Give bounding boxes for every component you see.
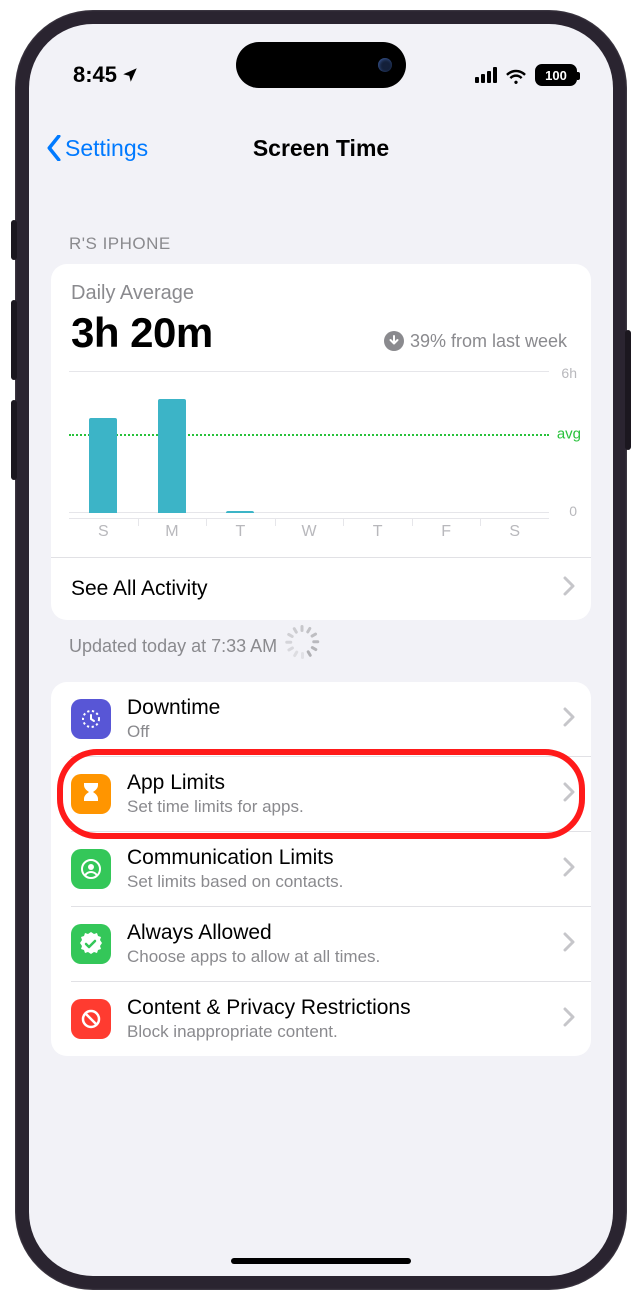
- x-tick: S: [69, 519, 138, 541]
- bar-s-0: [89, 418, 117, 513]
- dynamic-island: [236, 42, 406, 88]
- back-label: Settings: [65, 135, 148, 162]
- wifi-icon: [505, 66, 527, 84]
- always-allowed-title: Always Allowed: [127, 921, 380, 945]
- section-header: R'S IPHONE: [51, 234, 591, 264]
- home-indicator[interactable]: [231, 1258, 411, 1264]
- chevron-right-icon: [563, 932, 575, 957]
- x-tick: T: [343, 519, 412, 541]
- bar-m-1: [158, 399, 186, 513]
- battery-percent: 100: [545, 68, 567, 83]
- app-limits-title: App Limits: [127, 771, 304, 795]
- person-circle-icon: [71, 849, 111, 889]
- arrow-down-circle-icon: [384, 331, 404, 351]
- cellular-icon: [475, 67, 497, 83]
- usage-card: Daily Average 3h 20m 39% from last week …: [51, 264, 591, 620]
- chevron-right-icon: [563, 782, 575, 807]
- volume-down-button: [11, 400, 17, 480]
- content-privacy-sub: Block inappropriate content.: [127, 1022, 411, 1042]
- no-symbol-icon: [71, 999, 111, 1039]
- see-all-activity-row[interactable]: See All Activity: [51, 558, 591, 620]
- chevron-right-icon: [563, 857, 575, 882]
- communication-limits-row[interactable]: Communication Limits Set limits based on…: [51, 832, 591, 906]
- front-camera: [378, 58, 392, 72]
- battery-icon: 100: [535, 64, 577, 86]
- x-tick: F: [412, 519, 481, 541]
- updated-text: Updated today at 7:33 AM: [51, 620, 591, 682]
- location-icon: [121, 66, 139, 84]
- hourglass-icon: [71, 774, 111, 814]
- content-privacy-title: Content & Privacy Restrictions: [127, 996, 411, 1020]
- bar-t-2: [226, 511, 254, 513]
- options-card: Downtime Off App Limits Set time limits …: [51, 682, 591, 1056]
- spinner-icon: [289, 634, 313, 658]
- iphone-frame: 8:45 100 Settings Screen Time R'S IPHONE: [15, 10, 627, 1290]
- status-time: 8:45: [73, 62, 117, 88]
- navbar: Settings Screen Time: [29, 120, 613, 176]
- chevron-left-icon: [45, 135, 63, 161]
- usage-chart[interactable]: 6h 0 avg SMTWTFS: [69, 371, 573, 541]
- downtime-icon: [71, 699, 111, 739]
- volume-up-button: [11, 300, 17, 380]
- delta-text: 39% from last week: [233, 331, 571, 352]
- comm-limits-sub: Set limits based on contacts.: [127, 872, 343, 892]
- downtime-row[interactable]: Downtime Off: [51, 682, 591, 756]
- chevron-right-icon: [563, 1007, 575, 1032]
- daily-average-value: 3h 20m: [71, 309, 213, 357]
- app-limits-sub: Set time limits for apps.: [127, 797, 304, 817]
- x-tick: T: [206, 519, 275, 541]
- screen: 8:45 100 Settings Screen Time R'S IPHONE: [29, 24, 613, 1276]
- daily-average-label: Daily Average: [71, 282, 571, 305]
- content-privacy-row[interactable]: Content & Privacy Restrictions Block ina…: [51, 982, 591, 1056]
- y-tick-bot: 0: [569, 503, 577, 519]
- back-button[interactable]: Settings: [45, 135, 148, 162]
- x-tick: S: [480, 519, 549, 541]
- average-label: avg: [557, 426, 581, 443]
- silence-switch: [11, 220, 17, 260]
- see-all-label: See All Activity: [71, 577, 208, 601]
- x-tick: M: [138, 519, 207, 541]
- always-allowed-row[interactable]: Always Allowed Choose apps to allow at a…: [51, 907, 591, 981]
- y-tick-top: 6h: [561, 365, 577, 381]
- checkmark-seal-icon: [71, 924, 111, 964]
- chevron-right-icon: [563, 707, 575, 732]
- page-title: Screen Time: [253, 135, 389, 162]
- always-allowed-sub: Choose apps to allow at all times.: [127, 947, 380, 967]
- downtime-sub: Off: [127, 722, 220, 742]
- chevron-right-icon: [563, 576, 575, 602]
- power-button: [625, 330, 631, 450]
- comm-limits-title: Communication Limits: [127, 846, 343, 870]
- app-limits-row[interactable]: App Limits Set time limits for apps.: [51, 757, 591, 831]
- x-tick: W: [275, 519, 344, 541]
- downtime-title: Downtime: [127, 696, 220, 720]
